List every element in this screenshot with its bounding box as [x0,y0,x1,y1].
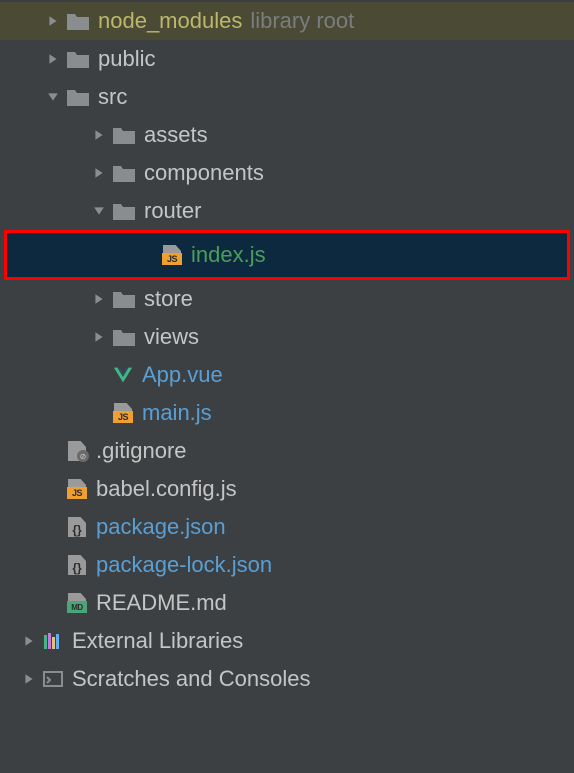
tree-item-main-js[interactable]: JS main.js [0,394,574,432]
tree-item-label: main.js [142,400,212,426]
chevron-right-icon [90,129,108,141]
chevron-down-icon [90,205,108,217]
tree-item-label: package-lock.json [96,552,272,578]
tree-item-router[interactable]: router [0,192,574,230]
json-file-icon: {} [66,517,88,537]
chevron-right-icon [20,635,38,647]
scratches-icon [42,669,64,689]
tree-item-label: store [144,286,193,312]
tree-item-label: babel.config.js [96,476,237,502]
tree-item-package-json[interactable]: {} package.json [0,508,574,546]
chevron-down-icon [44,91,62,103]
tree-item-label: Scratches and Consoles [72,666,310,692]
tree-item-views[interactable]: views [0,318,574,356]
chevron-right-icon [44,15,62,27]
project-tree: node_modules library root public src ass… [0,0,574,698]
tree-item-label: src [98,84,127,110]
folder-icon [66,49,90,69]
tree-item-babel-config[interactable]: JS babel.config.js [0,470,574,508]
tree-item-label: views [144,324,199,350]
tree-item-hint: library root [250,8,354,34]
tree-item-label: package.json [96,514,226,540]
tree-item-readme[interactable]: MD README.md [0,584,574,622]
js-file-icon: JS [161,245,183,265]
vue-file-icon [112,365,134,385]
chevron-right-icon [90,331,108,343]
tree-item-label: public [98,46,155,72]
tree-item-label: assets [144,122,208,148]
tree-item-label: router [144,198,201,224]
markdown-file-icon: MD [66,593,88,613]
folder-icon [112,327,136,347]
folder-icon [66,11,90,31]
chevron-right-icon [20,673,38,685]
tree-item-index-js[interactable]: JS index.js [7,233,567,277]
gitignore-file-icon: ⊘ [66,441,88,461]
tree-item-components[interactable]: components [0,154,574,192]
folder-icon [112,201,136,221]
tree-item-label: External Libraries [72,628,243,654]
tree-item-assets[interactable]: assets [0,116,574,154]
tree-item-gitignore[interactable]: ⊘ .gitignore [0,432,574,470]
tree-item-store[interactable]: store [0,280,574,318]
tree-item-app-vue[interactable]: App.vue [0,356,574,394]
tree-item-label: README.md [96,590,227,616]
tree-item-label: components [144,160,264,186]
chevron-right-icon [90,293,108,305]
js-file-icon: JS [112,403,134,423]
tree-item-public[interactable]: public [0,40,574,78]
tree-item-label: index.js [191,242,266,268]
tree-item-label: .gitignore [96,438,187,464]
tree-item-label: App.vue [142,362,223,388]
folder-icon [112,163,136,183]
external-libraries-icon [42,631,64,651]
folder-icon [112,125,136,145]
json-file-icon: {} [66,555,88,575]
chevron-right-icon [90,167,108,179]
tree-item-external-libraries[interactable]: External Libraries [0,622,574,660]
folder-icon [66,87,90,107]
folder-icon [112,289,136,309]
tree-item-scratches[interactable]: Scratches and Consoles [0,660,574,698]
tree-item-label: node_modules [98,8,242,34]
tree-item-package-lock[interactable]: {} package-lock.json [0,546,574,584]
chevron-right-icon [44,53,62,65]
js-file-icon: JS [66,479,88,499]
tree-item-node-modules[interactable]: node_modules library root [0,2,574,40]
highlight-box: JS index.js [4,230,570,280]
tree-item-src[interactable]: src [0,78,574,116]
